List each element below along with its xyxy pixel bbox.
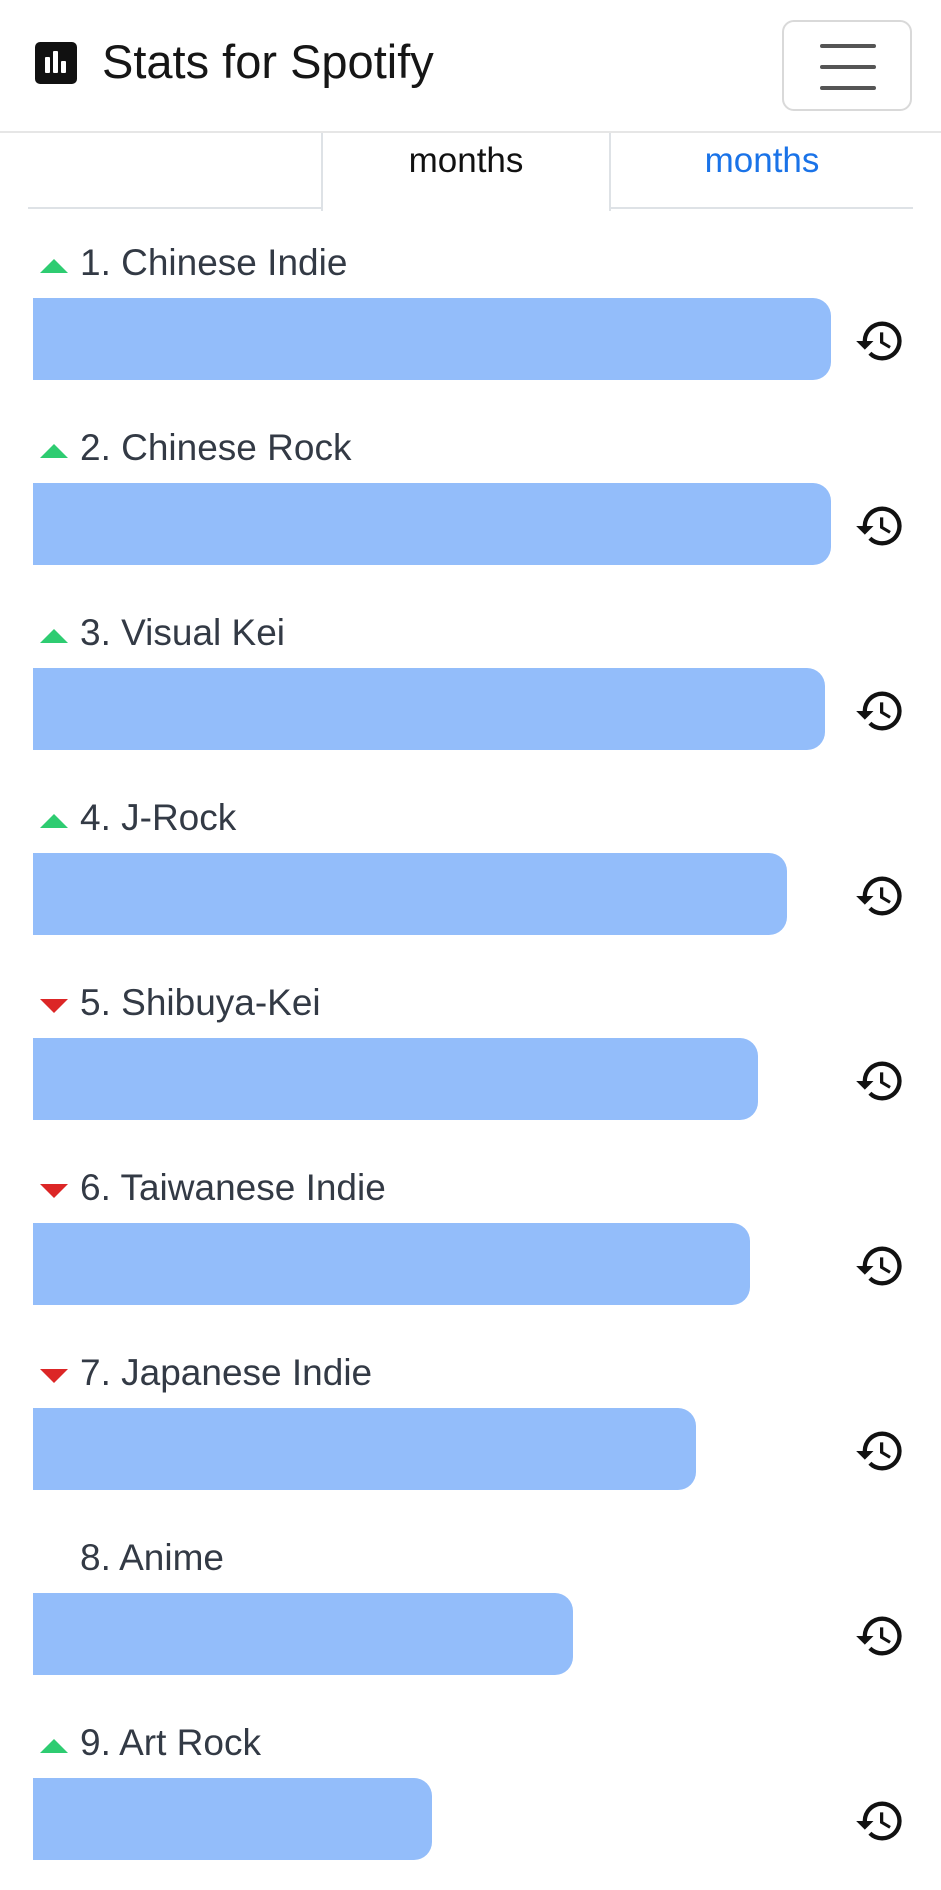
top-navbar: Stats for Spotify	[0, 0, 941, 133]
genre-popularity-bar	[33, 298, 831, 380]
history-icon[interactable]	[854, 1795, 906, 1847]
genre-name: 2. Chinese Rock	[80, 427, 352, 468]
history-icon[interactable]	[854, 1610, 906, 1662]
genre-bar-track	[33, 1778, 831, 1860]
genre-list-item: 8. Anime	[0, 1520, 941, 1705]
genre-list-item: 5. Shibuya-Kei	[0, 965, 941, 1150]
genre-popularity-bar	[33, 1408, 697, 1490]
genre-popularity-bar	[33, 1038, 758, 1120]
genre-popularity-bar	[33, 1778, 432, 1860]
history-icon[interactable]	[854, 1055, 906, 1107]
genre-name: 5. Shibuya-Kei	[80, 982, 321, 1023]
trend-up-icon	[40, 259, 68, 273]
genre-list-item: 6. Taiwanese Indie	[0, 1150, 941, 1335]
genre-popularity-bar	[33, 1593, 574, 1675]
genre-bar-track	[33, 668, 831, 750]
hamburger-menu-icon	[820, 44, 876, 48]
genre-list-item: 4. J-Rock	[0, 780, 941, 965]
history-icon[interactable]	[854, 315, 906, 367]
genre-bar-track	[33, 1408, 831, 1490]
bar-chart-icon[interactable]	[35, 42, 77, 84]
genre-name: 1. Chinese Indie	[80, 242, 348, 283]
genre-list-item: 9. Art Rock	[0, 1705, 941, 1890]
history-icon[interactable]	[854, 1425, 906, 1477]
trend-up-icon	[40, 814, 68, 828]
trend-up-icon	[40, 444, 68, 458]
trend-down-icon	[40, 999, 68, 1013]
genre-bar-track	[33, 1223, 831, 1305]
tab-short-term[interactable]	[28, 133, 321, 209]
genre-popularity-bar	[33, 1223, 751, 1305]
menu-toggle-button[interactable]	[782, 20, 912, 111]
history-icon[interactable]	[854, 870, 906, 922]
history-icon[interactable]	[854, 500, 906, 552]
genre-name: 3. Visual Kei	[80, 612, 285, 653]
genre-name: 6. Taiwanese Indie	[80, 1167, 386, 1208]
app-title[interactable]: Stats for Spotify	[102, 34, 434, 90]
genre-list-item: 1. Chinese Indie	[0, 225, 941, 410]
trend-up-icon	[40, 1739, 68, 1753]
genre-name: 4. J-Rock	[80, 797, 237, 838]
genre-list-item: 3. Visual Kei	[0, 595, 941, 780]
genre-bar-track	[33, 853, 831, 935]
genre-bar-track	[33, 1038, 831, 1120]
genre-name: 8. Anime	[80, 1537, 224, 1578]
genre-name: 9. Art Rock	[80, 1722, 261, 1763]
genre-bar-track	[33, 483, 831, 565]
tab-medium-term[interactable]: months	[321, 133, 611, 211]
time-range-tabs: months months	[28, 133, 913, 211]
genre-bar-track	[33, 1593, 831, 1675]
history-icon[interactable]	[854, 685, 906, 737]
genre-popularity-bar	[33, 853, 788, 935]
genre-popularity-bar	[33, 483, 831, 565]
genre-name: 7. Japanese Indie	[80, 1352, 373, 1393]
history-icon[interactable]	[854, 1240, 906, 1292]
trend-down-icon	[40, 1184, 68, 1198]
genre-bar-track	[33, 298, 831, 380]
tab-long-term[interactable]: months	[611, 133, 913, 209]
genre-list-item: 2. Chinese Rock	[0, 410, 941, 595]
trend-down-icon	[40, 1369, 68, 1383]
genre-list-item: 7. Japanese Indie	[0, 1335, 941, 1520]
genre-popularity-bar	[33, 668, 825, 750]
trend-up-icon	[40, 629, 68, 643]
